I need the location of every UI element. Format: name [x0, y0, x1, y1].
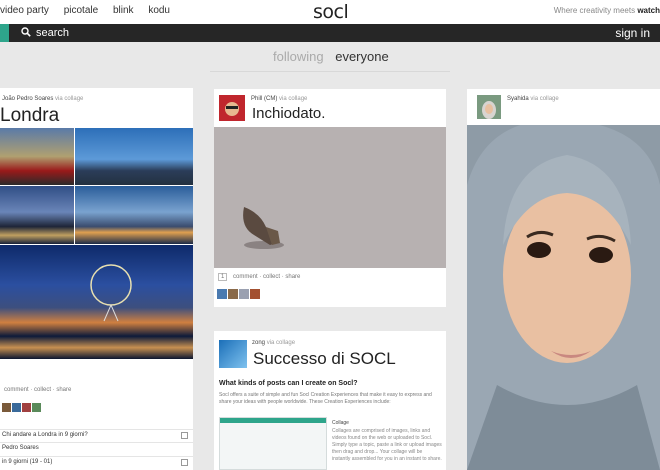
accent-tab[interactable]: [0, 24, 9, 42]
post-actions: 1 comment · collect · share: [218, 273, 300, 281]
post-photo-squirrel[interactable]: [214, 127, 446, 268]
author-name[interactable]: João Pedro Soares: [2, 96, 53, 102]
tagline-text: Where creativity meets: [553, 6, 636, 15]
via-label: via collage: [530, 96, 559, 102]
app-links: video party picotale blink kodu: [0, 5, 182, 16]
tab-following[interactable]: following: [273, 49, 324, 64]
author-name[interactable]: Syahida: [507, 96, 529, 102]
collage-screenshot[interactable]: [219, 417, 327, 470]
action-links[interactable]: comment · collect · share: [233, 274, 300, 280]
avatar[interactable]: [219, 95, 245, 121]
avatar[interactable]: [2, 403, 11, 412]
avatar[interactable]: [12, 403, 21, 412]
avatar-image: [477, 95, 501, 119]
nav-link-picotale[interactable]: picotale: [64, 5, 98, 16]
screenshot-header: [220, 418, 326, 423]
checkbox-icon[interactable]: [181, 432, 188, 439]
post-author: zong via collage: [252, 340, 295, 346]
post-author: Phill (CM) via collage: [251, 96, 307, 102]
author-name[interactable]: zong: [252, 340, 265, 346]
post-title[interactable]: Londra: [0, 105, 59, 127]
via-label: via collage: [266, 340, 296, 346]
post-title[interactable]: Successo di SOCL: [253, 349, 396, 369]
post-card-syahida[interactable]: Syahida via collage: [467, 89, 660, 470]
avatar[interactable]: [239, 289, 249, 299]
collage-heading: Collage: [332, 420, 349, 426]
search-bar: search sign in: [0, 24, 660, 42]
tabs-divider: [210, 71, 450, 72]
nav-link-blink[interactable]: blink: [113, 5, 134, 16]
photo-bigben-bus[interactable]: [0, 128, 74, 185]
collector-avatars: [217, 286, 261, 304]
comment-text: in 9 giorni (19 - 01): [2, 459, 53, 465]
post-card-inchiodato[interactable]: Phill (CM) via collage Inchiodato. 1 com…: [214, 89, 446, 307]
search-icon[interactable]: [21, 27, 31, 37]
tab-everyone[interactable]: everyone: [335, 49, 388, 64]
comment-row: Chi andare a Londra in 9 giorni?: [0, 429, 193, 441]
nav-link-video-party[interactable]: video party: [0, 5, 49, 16]
collect-count[interactable]: 1: [218, 273, 228, 281]
author-name[interactable]: Phill (CM): [251, 96, 277, 102]
squirrel-image: [243, 207, 284, 249]
post-heading: What kinds of posts can I create on Socl…: [219, 380, 358, 387]
comment-row: Pedro Soares: [0, 442, 193, 454]
nav-link-kodu[interactable]: kodu: [148, 5, 170, 16]
selfie-image: [467, 125, 660, 470]
avatar[interactable]: [477, 95, 501, 119]
avatar[interactable]: [32, 403, 41, 412]
avatar[interactable]: [217, 289, 227, 299]
photo-thames-evening[interactable]: [75, 186, 193, 244]
comment-row: in 9 giorni (19 - 01): [0, 456, 193, 468]
post-author: Syahida via collage: [507, 96, 559, 102]
via-label: via collage: [279, 96, 308, 102]
avatar[interactable]: [250, 289, 260, 299]
top-nav: video party picotale blink kodu socl Whe…: [0, 0, 660, 24]
post-card-successo[interactable]: zong via collage Successo di SOCL What k…: [214, 331, 446, 470]
sign-in-link[interactable]: sign in: [615, 26, 650, 40]
photo-london-eye[interactable]: [0, 245, 193, 359]
post-photo-selfie[interactable]: [467, 125, 660, 470]
collage-description: Collages are comprised of images, links …: [332, 428, 442, 462]
socl-logo[interactable]: socl: [313, 1, 349, 23]
avatar[interactable]: [22, 403, 31, 412]
post-author: João Pedro Soares via collage: [2, 96, 83, 102]
london-eye-wheel: [90, 264, 132, 322]
post-body: Socl offers a suite of simple and fun So…: [219, 392, 432, 405]
checkbox-icon[interactable]: [181, 459, 188, 466]
feed-tabs: following everyone: [273, 49, 389, 64]
comment-text: Chi andare a Londra in 9 giorni?: [2, 432, 88, 438]
avatar[interactable]: [219, 340, 247, 368]
collector-avatars: [2, 399, 42, 412]
post-actions[interactable]: comment · collect · share: [4, 387, 71, 393]
face-icon: [225, 102, 239, 116]
photo-tower-bridge-night[interactable]: [0, 186, 74, 244]
avatar[interactable]: [228, 289, 238, 299]
post-title[interactable]: Inchiodato.: [252, 105, 325, 122]
via-label: via collage: [55, 96, 84, 102]
photo-tower-bridge-day[interactable]: [75, 128, 193, 185]
tagline: Where creativity meets watch: [554, 6, 660, 15]
tagline-bold: watch: [637, 6, 660, 15]
comment-author[interactable]: Pedro Soares: [2, 445, 39, 451]
search-input[interactable]: search: [36, 27, 69, 39]
post-card-londra[interactable]: João Pedro Soares via collage Londra com…: [0, 88, 193, 470]
